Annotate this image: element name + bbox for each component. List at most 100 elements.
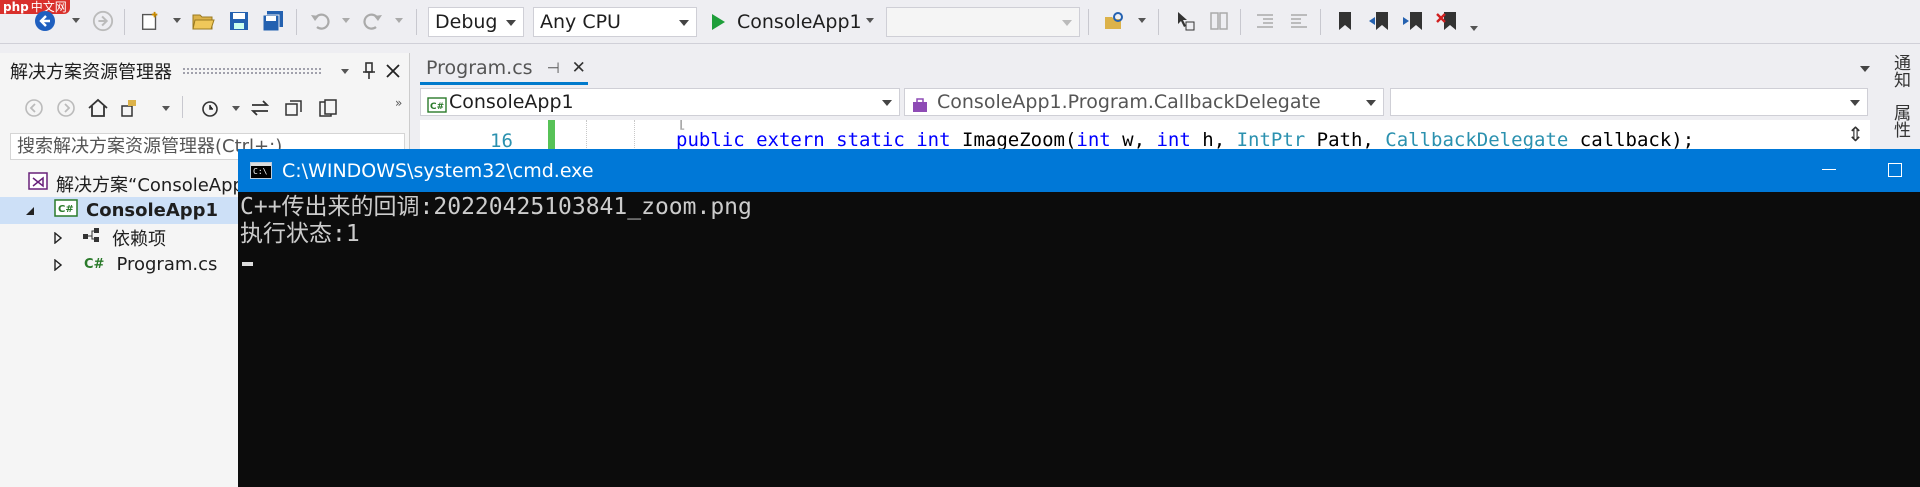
delegate-icon	[911, 94, 929, 115]
window-position-button[interactable]	[333, 59, 357, 83]
forward-button[interactable]	[88, 7, 118, 35]
toggle-view-button[interactable]	[1204, 7, 1234, 35]
code-token: static	[836, 129, 917, 151]
collapsed-arrow-icon[interactable]	[52, 231, 64, 244]
find-dropdown-caret[interactable]	[1138, 18, 1146, 23]
layout-icon	[1210, 12, 1228, 30]
minimize-icon[interactable]	[1822, 169, 1836, 170]
collapsed-arrow-icon[interactable]	[52, 258, 64, 271]
solution-explorer-title: 解决方案资源管理器	[10, 62, 172, 83]
open-file-button[interactable]	[188, 7, 218, 35]
indent-icon	[1291, 14, 1307, 28]
find-in-files-button[interactable]	[1100, 7, 1130, 35]
properties-tab[interactable]: 属性	[1888, 104, 1913, 138]
code-token: w,	[1122, 129, 1157, 151]
notifications-tab[interactable]: 通知	[1888, 54, 1913, 88]
code-token: Path,	[1316, 129, 1386, 151]
undo-icon	[311, 13, 330, 30]
se-forward-button[interactable]	[54, 94, 78, 122]
outdent-icon	[1257, 14, 1273, 28]
se-home-button[interactable]	[86, 94, 110, 122]
collapse-all-icon	[285, 100, 302, 116]
csharp-project-icon: C#	[427, 94, 447, 115]
code-token: int	[1156, 129, 1203, 151]
next-bookmark-button[interactable]	[1398, 7, 1428, 35]
console-title: C:\WINDOWS\system32\cmd.exe	[282, 159, 594, 182]
console-window[interactable]: C:\ C:\WINDOWS\system32\cmd.exe C++传出来的回…	[238, 149, 1920, 487]
back-button[interactable]	[30, 7, 60, 35]
member-nav-select[interactable]	[1390, 88, 1868, 116]
start-dropdown-caret[interactable]	[866, 18, 874, 23]
new-item-icon	[141, 11, 158, 30]
decrease-indent-button[interactable]	[1250, 7, 1280, 35]
console-title-bar[interactable]: C:\ C:\WINDOWS\system32\cmd.exe	[238, 149, 1920, 192]
csharp-file-icon: C#	[84, 257, 105, 272]
console-line: C++传出来的回调:20220425103841_zoom.png	[240, 194, 752, 220]
panel-drag-grip[interactable]	[182, 67, 323, 75]
clock-icon	[202, 101, 218, 117]
close-panel-button[interactable]	[381, 59, 405, 83]
se-views-caret[interactable]	[162, 106, 170, 111]
folder-open-icon	[192, 14, 215, 30]
start-debugging-button[interactable]: ConsoleApp1	[712, 7, 862, 37]
toolbar-overflow-caret[interactable]	[1470, 26, 1478, 31]
step-into-button[interactable]	[1170, 7, 1200, 35]
main-toolbar: php 中文网 Debug Any CPU ConsoleApp1	[0, 0, 1920, 44]
se-toolbar-overflow[interactable]: »	[395, 96, 402, 110]
auto-hide-pin-button[interactable]	[357, 59, 381, 83]
se-back-button[interactable]	[22, 94, 46, 122]
toggle-bookmark-button[interactable]	[1330, 7, 1360, 35]
tab-close-icon[interactable]: ✕	[572, 58, 586, 78]
console-output[interactable]: C++传出来的回调:20220425103841_zoom.png 执行状态:1	[238, 192, 1920, 487]
split-editor-icon[interactable]: ⇕	[1847, 122, 1864, 146]
solution-platform-select[interactable]: Any CPU	[533, 7, 697, 37]
previous-bookmark-button[interactable]	[1364, 7, 1394, 35]
switch-views-icon	[121, 100, 136, 117]
solution-configuration-select[interactable]: Debug	[428, 7, 524, 37]
binoculars-folder-icon	[1105, 12, 1123, 29]
bookmark-icon	[1339, 12, 1351, 30]
redo-dropdown-caret[interactable]	[395, 18, 403, 23]
redo-button[interactable]	[358, 7, 388, 35]
se-sync-button[interactable]	[246, 94, 274, 122]
new-dropdown-caret[interactable]	[173, 18, 181, 23]
code-token: int	[916, 129, 962, 151]
tab-program-cs[interactable]: Program.cs ⊣ ✕	[420, 53, 588, 85]
se-pending-changes-button[interactable]	[196, 94, 224, 122]
code-token: CallbackDelegate	[1385, 129, 1580, 151]
type-nav-select[interactable]: ConsoleApp1.Program.CallbackDelegate	[904, 88, 1384, 116]
new-project-button[interactable]	[135, 7, 165, 35]
expanded-arrow-icon[interactable]	[24, 206, 36, 216]
bookmark-prev-icon	[1369, 12, 1388, 30]
maximize-icon[interactable]	[1888, 163, 1902, 177]
sync-arrows-icon	[250, 100, 270, 116]
code-token: h,	[1202, 129, 1237, 151]
home-icon	[88, 98, 108, 117]
bookmark-clear-icon	[1436, 12, 1456, 30]
solution-icon	[28, 172, 48, 195]
code-token: public	[676, 129, 757, 151]
save-all-button[interactable]	[258, 7, 288, 35]
text-cursor	[242, 262, 253, 266]
undo-button[interactable]	[305, 7, 335, 35]
se-pending-caret[interactable]	[232, 106, 240, 111]
undo-dropdown-caret[interactable]	[342, 18, 350, 23]
se-switch-views-button[interactable]	[118, 94, 146, 122]
save-disk-icon	[230, 12, 248, 30]
csharp-project-icon: C#	[54, 199, 78, 222]
increase-indent-button[interactable]	[1284, 7, 1314, 35]
close-icon	[386, 64, 400, 78]
debug-target-select[interactable]	[886, 7, 1080, 37]
editor-navigation-bar: C# ConsoleApp1 ConsoleApp1.Program.Callb…	[420, 88, 1870, 118]
clear-bookmarks-button[interactable]	[1432, 7, 1462, 35]
tab-list-dropdown-icon[interactable]	[1860, 66, 1870, 72]
redo-icon	[363, 13, 382, 30]
project-nav-select[interactable]: C# ConsoleApp1	[420, 88, 900, 116]
se-show-all-files-button[interactable]	[314, 94, 342, 122]
back-dropdown-caret[interactable]	[72, 18, 80, 23]
code-token: int	[1076, 129, 1123, 151]
cmd-icon: C:\	[250, 162, 272, 179]
tab-pin-icon[interactable]: ⊣	[547, 59, 560, 77]
se-collapse-all-button[interactable]	[280, 94, 308, 122]
save-button[interactable]	[224, 7, 254, 35]
